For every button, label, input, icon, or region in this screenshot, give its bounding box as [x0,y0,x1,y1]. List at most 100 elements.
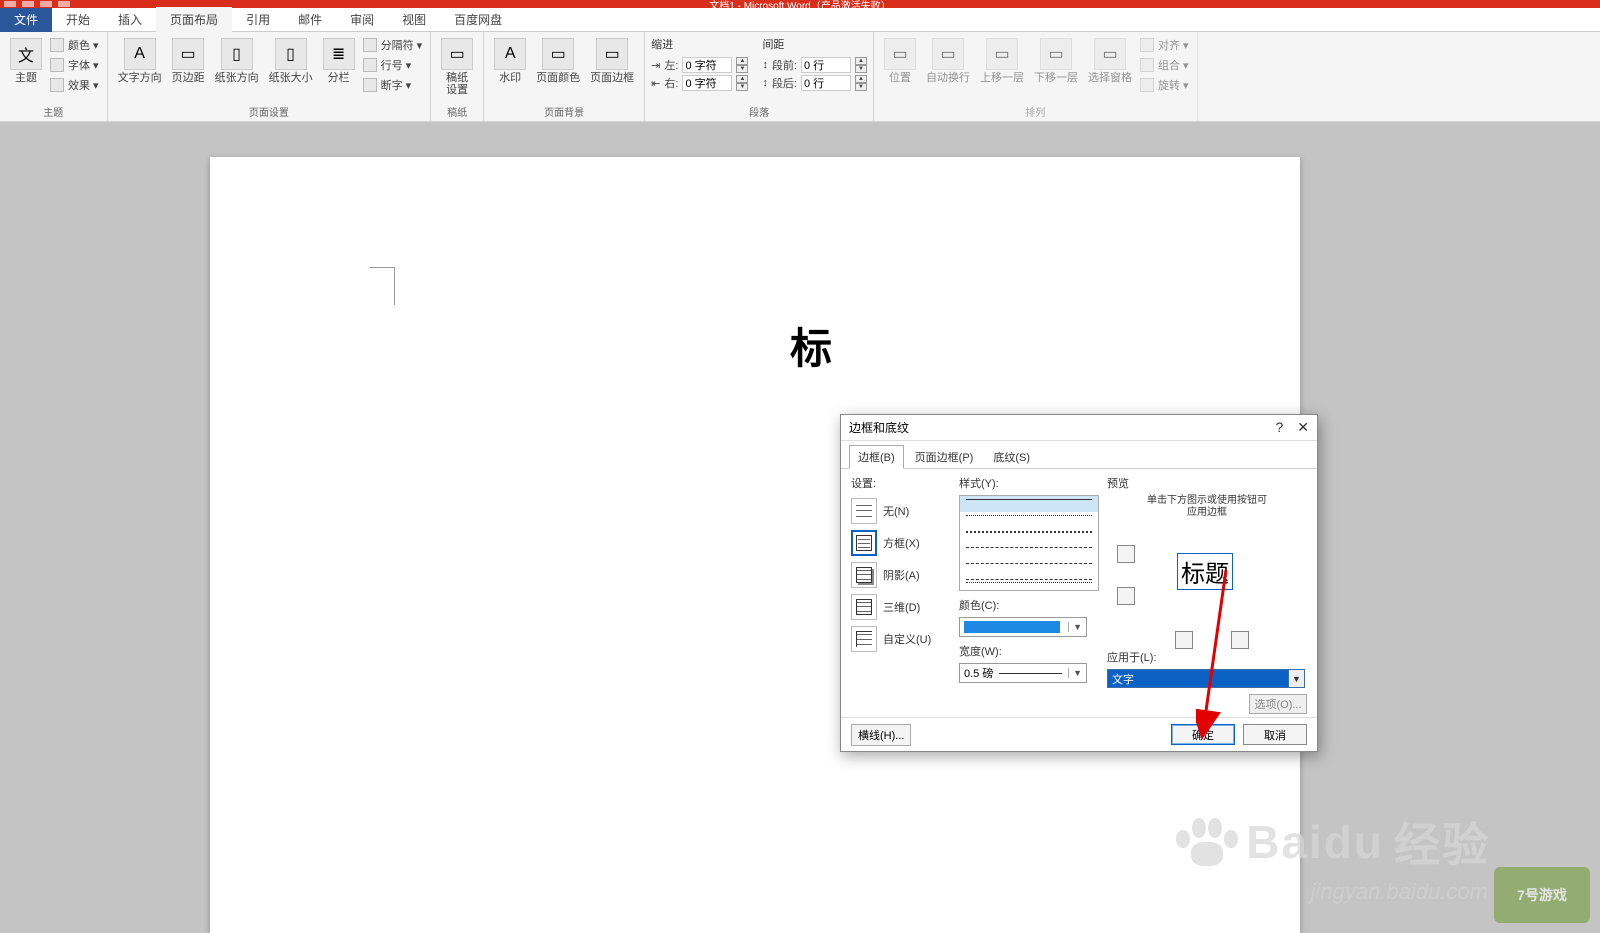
color-combo[interactable]: ▼ [959,617,1087,637]
preview-bottom-edge-button[interactable] [1117,587,1135,605]
borders-shading-dialog: 边框和底纹 ? ✕ 边框(B) 页面边框(P) 底纹(S) 设置: 无(N) 方… [840,414,1318,752]
setting-none-icon [851,498,877,524]
indent-left-icon: ⇥ [651,59,660,72]
apply-to-combo[interactable]: 文字 ▼ [1107,669,1305,688]
spacing-after-icon: ↕ [762,77,768,89]
preview-sample: 标题 [1177,553,1233,590]
tab-view[interactable]: 视图 [388,7,440,32]
forward-icon: ▭ [986,38,1018,70]
preview-hint: 单击下方图示或使用按钮可 应用边框 [1107,495,1307,519]
dialog-tab-page[interactable]: 页面边框(P) [906,445,983,469]
themes-button[interactable]: 文 主题 [6,36,46,86]
indent-left-input[interactable] [682,57,732,73]
ribbon-group-page-bg: A水印 ▭页面颜色 ▭页面边框 页面背景 [484,32,645,121]
hyphenation-button[interactable]: 断字 ▾ [361,76,425,94]
titlebar-text: 文档1 - Microsoft Word（产品激活失败） [709,0,891,12]
indent-left-up[interactable]: ▲ [736,57,748,65]
ok-button[interactable]: 确定 [1171,724,1235,745]
setting-box[interactable]: 方框(X) [851,527,951,559]
setting-none[interactable]: 无(N) [851,495,951,527]
margins-button[interactable]: ▭页边距 [168,36,209,86]
preview-area: 标题 [1107,525,1307,645]
orientation-button[interactable]: ▯纸张方向 [211,36,263,86]
rotate-button: 旋转 ▾ [1138,76,1191,94]
size-button[interactable]: ▯纸张大小 [265,36,317,86]
setting-3d[interactable]: 三维(D) [851,591,951,623]
tab-insert[interactable]: 插入 [104,7,156,32]
indent-right-down[interactable]: ▼ [736,83,748,91]
tab-page-layout[interactable]: 页面布局 [156,7,232,32]
dialog-tab-shading[interactable]: 底纹(S) [984,445,1039,469]
cancel-button[interactable]: 取消 [1243,724,1307,745]
indent-right-up[interactable]: ▲ [736,75,748,83]
selection-pane-button: ▭选择窗格 [1084,36,1136,86]
style-column: 样式(Y): 颜色(C): ▼ 宽度(W): 0.5 磅▼ [959,475,1099,714]
breaks-button[interactable]: 分隔符 ▾ [361,36,425,54]
dialog-titlebar[interactable]: 边框和底纹 ? ✕ [841,415,1317,441]
style-label: 样式(Y): [959,475,1099,491]
watermark-logo: 7号游戏 [1494,867,1590,923]
paw-icon [1176,816,1236,868]
ribbon-label-theme: 主题 [6,103,101,119]
ribbon-label-paper: 稿纸 [437,103,477,119]
dialog-tab-border[interactable]: 边框(B) [849,445,904,469]
tab-mailings[interactable]: 邮件 [284,7,336,32]
setting-shadow[interactable]: 阴影(A) [851,559,951,591]
spacing-after-input[interactable] [801,75,851,91]
page-border-button[interactable]: ▭页面边框 [586,36,638,86]
ribbon-label-arrange: 排列 [880,103,1191,119]
size-icon: ▯ [275,38,307,70]
dialog-help-button[interactable]: ? [1275,419,1283,436]
manuscript-button[interactable]: ▭稿纸 设置 [437,36,477,98]
spacing-before-row: ↕ 段前: ▲▼ [762,56,867,74]
preview-top-edge-button[interactable] [1117,545,1135,563]
tab-home[interactable]: 开始 [52,7,104,32]
ribbon-label-page-bg: 页面背景 [490,103,638,119]
watermark-button[interactable]: A水印 [490,36,530,86]
spacing-before-input[interactable] [801,57,851,73]
manuscript-icon: ▭ [441,38,473,70]
spacing-after-up[interactable]: ▲ [855,75,867,83]
tab-review[interactable]: 审阅 [336,7,388,32]
preview-column: 预览 单击下方图示或使用按钮可 应用边框 标题 应用于(L): 文字 ▼ 选项(… [1107,475,1307,714]
tab-references[interactable]: 引用 [232,7,284,32]
setting-custom[interactable]: 自定义(U) [851,623,951,655]
style-list[interactable] [959,495,1099,591]
document-area: 标 边框和底纹 ? ✕ 边框(B) 页面边框(P) 底纹(S) 设置: 无(N) [0,122,1600,933]
setting-3d-icon [851,594,877,620]
page-color-button[interactable]: ▭页面颜色 [532,36,584,86]
wrap-icon: ▭ [932,38,964,70]
width-combo[interactable]: 0.5 磅▼ [959,663,1087,683]
indent-left-down[interactable]: ▼ [736,65,748,73]
margin-corner-mark [370,267,395,305]
dialog-close-button[interactable]: ✕ [1297,419,1309,436]
ribbon-group-theme: 文 主题 颜色 ▾ 字体 ▾ 效果 ▾ 主题 [0,32,108,121]
tab-baidu[interactable]: 百度网盘 [440,7,516,32]
watermark-baidu: Baidu 经验 [1176,809,1490,875]
spacing-before-up[interactable]: ▲ [855,57,867,65]
page-border-icon: ▭ [596,38,628,70]
watermark-icon: A [494,38,526,70]
preview-right-edge-button[interactable] [1231,631,1249,649]
tab-file[interactable]: 文件 [0,8,52,32]
pane-icon: ▭ [1094,38,1126,70]
dropdown-arrow-icon: ▼ [1068,622,1082,632]
theme-effect-button[interactable]: 效果 ▾ [48,76,101,94]
spacing-before-down[interactable]: ▼ [855,65,867,73]
spacing-after-down[interactable]: ▼ [855,83,867,91]
horizontal-line-button[interactable]: 横线(H)... [851,724,911,746]
dialog-title: 边框和底纹 [849,419,909,436]
columns-button[interactable]: ≣分栏 [319,36,359,86]
preview-left-edge-button[interactable] [1175,631,1193,649]
text-direction-button[interactable]: A文字方向 [114,36,166,86]
align-button: 对齐 ▾ [1138,36,1191,54]
dropdown-arrow-icon: ▼ [1288,670,1304,687]
apply-label: 应用于(L): [1107,649,1307,665]
theme-font-button[interactable]: 字体 ▾ [48,56,101,74]
line-numbers-button[interactable]: 行号 ▾ [361,56,425,74]
theme-color-button[interactable]: 颜色 ▾ [48,36,101,54]
indent-right-input[interactable] [682,75,732,91]
spacing-before-icon: ↕ [762,59,768,71]
ribbon-label-page-setup: 页面设置 [114,103,425,119]
setting-box-icon [851,530,877,556]
